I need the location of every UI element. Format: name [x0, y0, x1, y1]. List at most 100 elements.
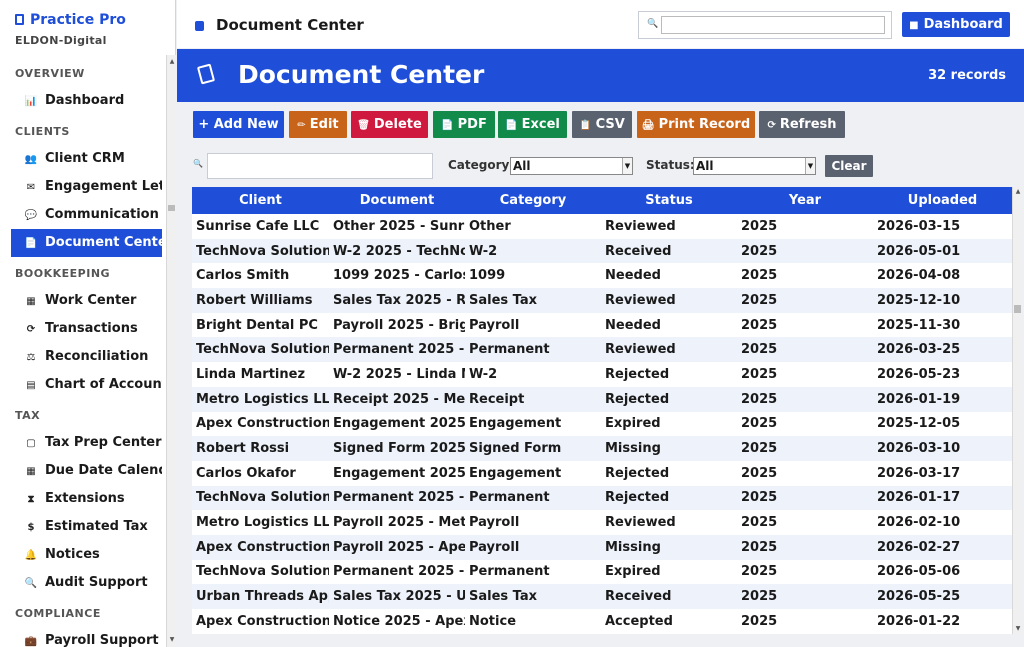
- sidebar-item-label: Estimated Tax: [45, 519, 148, 534]
- scroll-down-icon[interactable]: ▼: [1014, 624, 1022, 634]
- sidebar-item-work-center[interactable]: ▦ Work Center: [11, 287, 162, 315]
- column-header-status[interactable]: Status: [601, 187, 737, 214]
- table-row[interactable]: TechNova SolutionsPermanent 2025 - TechN…: [192, 485, 1012, 511]
- sidebar-item-communication-log[interactable]: 💬 Communication Log: [11, 201, 162, 229]
- work-center-icon: ▦: [26, 296, 36, 307]
- table-row[interactable]: Apex Construction IncEngagement 2025 - A…: [192, 412, 1012, 437]
- table-row[interactable]: Apex Construction IncPayroll 2025 - Apex…: [192, 534, 1012, 560]
- cell-uploaded: 2026-01-19: [873, 386, 1012, 412]
- cell-status: Needed: [605, 268, 661, 284]
- table-row[interactable]: Linda Martinez W-2 2025 - Linda MartinezW…: [192, 362, 1012, 387]
- cell-client: Carlos Okafor: [196, 465, 296, 481]
- sidebar-item-document-center[interactable]: 📄 Document Center: [11, 229, 162, 257]
- communication-log-icon: 💬: [24, 210, 38, 221]
- column-header-category[interactable]: Category: [465, 187, 601, 214]
- table-row[interactable]: Sunrise Cafe LLC Other 2025 - Sunrise Caf…: [192, 214, 1012, 239]
- scroll-up-icon[interactable]: ▲: [168, 57, 176, 67]
- status-select[interactable]: All ▼: [693, 157, 816, 175]
- cell-uploaded: 2026-03-17: [877, 465, 961, 481]
- sidebar-item-chart-of-accounts[interactable]: ▤ Chart of Accounts: [11, 371, 162, 399]
- global-search-input[interactable]: [661, 16, 885, 34]
- payroll-support-icon: 💼: [24, 636, 38, 647]
- client-crm-icon: 👥: [24, 154, 38, 165]
- cell-client: Linda Martinez: [196, 366, 306, 382]
- cell-uploaded: 2026-02-27: [873, 534, 1012, 560]
- column-header-year[interactable]: Year: [737, 187, 873, 214]
- table-row[interactable]: Robert WilliamsSales Tax 2025 - Robert W…: [192, 288, 1012, 313]
- cell-status: Reviewed: [605, 218, 676, 234]
- category-select[interactable]: All ▼: [510, 157, 633, 175]
- table-scrollbar[interactable]: ▲ ▼: [1012, 187, 1022, 634]
- table-row[interactable]: Metro Logistics LLCPayroll 2025 - Metro …: [192, 510, 1012, 535]
- table-row[interactable]: Robert RossiSigned Form 2025 - Robert Ro…: [192, 436, 1012, 461]
- cell-uploaded: 2026-05-25: [873, 584, 1012, 609]
- cell-category: Permanent: [469, 564, 550, 580]
- dashboard-icon: ■: [909, 20, 919, 31]
- table-row[interactable]: TechNova SolutionsPermanent 2025 - TechN…: [192, 560, 1012, 585]
- sidebar-item-client-crm[interactable]: 👥 Client CRM: [11, 145, 162, 173]
- sidebar-item-notices[interactable]: 🔔 Notices: [11, 541, 162, 569]
- cell-year: 2025: [741, 366, 778, 382]
- table-row[interactable]: Metro Logistics LLCReceipt 2025 - Metro …: [192, 386, 1012, 412]
- cell-uploaded: 2026-05-06: [877, 564, 961, 580]
- page-header: Document Center 32 records: [177, 49, 1024, 102]
- audit-support-icon: 🔍: [24, 578, 38, 589]
- table-row[interactable]: Bright Dental PC Payroll 2025 - Bright De…: [192, 313, 1012, 338]
- table-row[interactable]: TechNova SolutionsW-2 2025 - TechNova So…: [192, 238, 1012, 264]
- search-icon: 🔍: [193, 159, 203, 168]
- sidebar-item-extensions[interactable]: ⧗ Extensions: [11, 485, 162, 513]
- cell-category: 1099: [469, 268, 506, 284]
- sidebar-item-audit-support[interactable]: 🔍 Audit Support: [11, 569, 162, 597]
- table-row[interactable]: Carlos Okafor Engagement 2025 - Carlos Ok…: [192, 461, 1012, 486]
- scroll-up-icon[interactable]: ▲: [1014, 187, 1022, 197]
- sidebar-item-label: Client CRM: [45, 151, 125, 166]
- sidebar-item-dashboard[interactable]: 📊 Dashboard: [11, 87, 162, 115]
- column-header-client[interactable]: Client: [192, 187, 329, 214]
- scrollbar-thumb[interactable]: [1014, 305, 1021, 313]
- edit-button[interactable]: ✏ Edit: [289, 111, 347, 138]
- filter-search-input[interactable]: [207, 153, 433, 179]
- column-header-document[interactable]: Document: [329, 187, 465, 214]
- dashboard-button[interactable]: ■ Dashboard: [902, 12, 1010, 37]
- sidebar-item-label: Reconciliation: [45, 349, 149, 364]
- app-brand[interactable]: Practice Pro: [15, 12, 126, 28]
- sidebar-item-estimated-tax[interactable]: $ Estimated Tax: [11, 513, 162, 541]
- clear-button[interactable]: Clear: [825, 155, 873, 177]
- print-record-button[interactable]: 🖨 Print Record: [637, 111, 755, 138]
- cell-category: Permanent: [465, 337, 601, 363]
- cell-client: TechNova Solutions: [192, 337, 329, 363]
- engagement-letters-icon: ✉: [26, 182, 36, 193]
- csv-button[interactable]: 📋 CSV: [572, 111, 632, 138]
- sidebar-item-reconciliation[interactable]: ⚖ Reconciliation: [11, 343, 162, 371]
- table-row[interactable]: Urban Threads ApparelSales Tax 2025 - Ur…: [192, 584, 1012, 609]
- sidebar-item-tax-prep-center[interactable]: ▢ Tax Prep Center: [11, 429, 162, 457]
- sidebar-item-due-date-calendar[interactable]: ▦ Due Date Calendar: [11, 457, 162, 485]
- sidebar-item-payroll-support[interactable]: 💼 Payroll Support: [11, 627, 162, 647]
- toolbar-button-label: + Add New: [198, 117, 279, 132]
- global-search[interactable]: 🔍: [638, 11, 892, 39]
- sidebar-scrollbar[interactable]: ▲ ▼: [166, 55, 176, 647]
- cell-year: 2025: [741, 218, 778, 234]
- excel-button[interactable]: 📄 Excel: [498, 111, 567, 138]
- pdf-button[interactable]: 📄 PDF: [433, 111, 495, 138]
- scroll-down-icon[interactable]: ▼: [168, 635, 176, 645]
- delete-button[interactable]: 🗑 Delete: [351, 111, 428, 138]
- refresh-button[interactable]: ⟳ Refresh: [759, 111, 845, 138]
- nav-section-heading: TAX: [15, 409, 41, 422]
- cell-year: 2025: [741, 564, 778, 580]
- cell-client: Apex Construction Inc: [196, 613, 329, 629]
- sidebar-item-engagement-letters[interactable]: ✉ Engagement Letters: [11, 173, 162, 201]
- cell-client: Sunrise Cafe LLC: [196, 218, 320, 234]
- cell-status: Missing: [601, 534, 737, 560]
- sidebar-item-transactions[interactable]: ⟳ Transactions: [11, 315, 162, 343]
- table-row[interactable]: Carlos Smith 1099 2025 - Carlos Smith1099…: [192, 263, 1012, 288]
- cell-uploaded: 2025-11-30: [877, 317, 961, 333]
- add-new-button[interactable]: + Add New: [193, 111, 284, 138]
- nav-section-heading: CLIENTS: [15, 125, 70, 138]
- scrollbar-thumb[interactable]: [168, 205, 175, 211]
- sidebar-item-label: Tax Prep Center: [45, 435, 162, 450]
- table-row[interactable]: Apex Construction IncNotice 2025 - Apex …: [192, 609, 1012, 634]
- sidebar-item-label: Transactions: [45, 321, 138, 336]
- table-row[interactable]: TechNova SolutionsPermanent 2025 - TechN…: [192, 337, 1012, 363]
- column-header-uploaded[interactable]: Uploaded: [873, 187, 1012, 214]
